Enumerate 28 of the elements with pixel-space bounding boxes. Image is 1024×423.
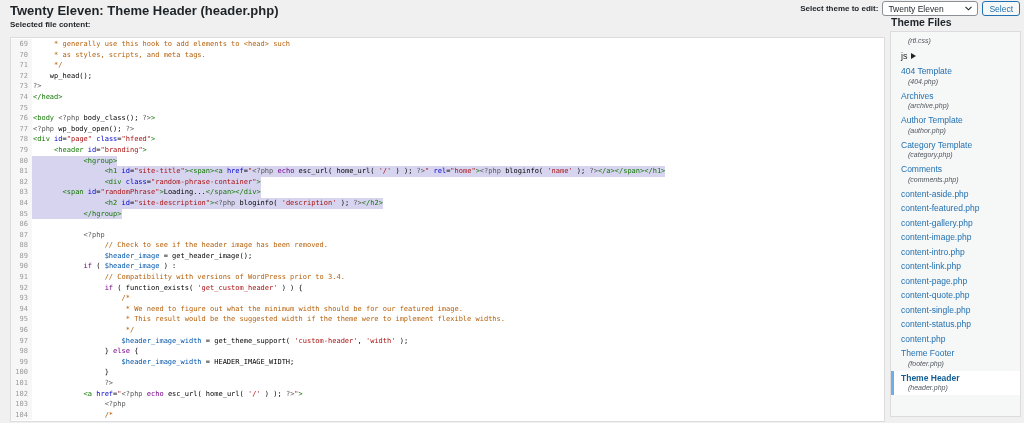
editor-label: Selected file content:: [10, 20, 92, 31]
select-button[interactable]: Select: [982, 1, 1020, 16]
file-link[interactable]: content-aside.php: [901, 188, 1014, 199]
file-link[interactable]: content-status.php: [901, 319, 1014, 330]
file-link[interactable]: content-gallery.php: [901, 217, 1014, 228]
file-link[interactable]: Theme Header: [901, 372, 1014, 383]
expand-triangle-icon[interactable]: [910, 53, 916, 59]
file-link[interactable]: content-featured.php: [901, 203, 1014, 214]
theme-picker-label: Select theme to edit:: [800, 4, 879, 13]
file-link[interactable]: content-image.php: [901, 232, 1014, 243]
file-link[interactable]: content-link.php: [901, 261, 1014, 272]
file-link[interactable]: Theme Footer: [901, 348, 1014, 359]
file-link[interactable]: content-page.php: [901, 275, 1014, 286]
sidebar-title: Theme Files: [890, 15, 953, 30]
chevron-down-icon: [965, 6, 973, 11]
page-title: Twenty Eleven: Theme Header (header.php): [10, 3, 279, 18]
file-link[interactable]: 404 Template: [901, 66, 1014, 77]
theme-dropdown[interactable]: Twenty Eleven: [882, 1, 979, 16]
file-link[interactable]: Category Template: [901, 139, 1014, 150]
file-link[interactable]: Archives: [901, 90, 1014, 101]
file-link[interactable]: content-quote.php: [901, 290, 1014, 301]
file-link[interactable]: Author Template: [901, 115, 1014, 126]
file-link[interactable]: content.php: [901, 333, 1014, 344]
folder-label: js: [901, 50, 908, 62]
file-link[interactable]: Comments: [901, 164, 1014, 175]
folder-item[interactable]: js: [891, 48, 1020, 64]
file-link[interactable]: content-single.php: [901, 304, 1014, 315]
file-link[interactable]: content-intro.php: [901, 246, 1014, 257]
